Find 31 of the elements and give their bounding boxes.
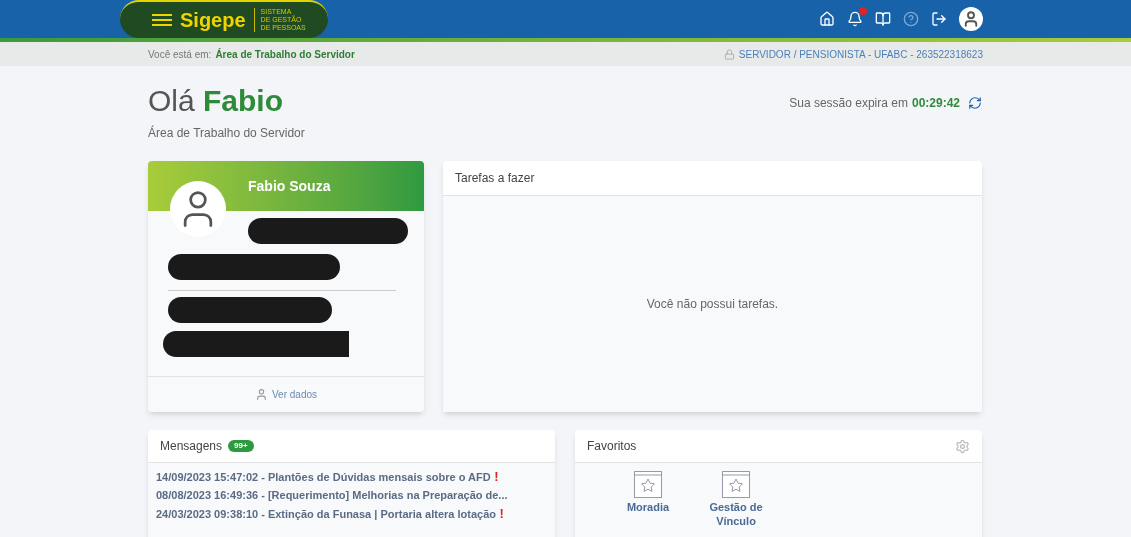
page-subtitle: Área de Trabalho do Servidor xyxy=(148,124,305,142)
favorites-title: Favoritos xyxy=(587,438,637,455)
session-timer: 00:29:42 xyxy=(911,95,960,112)
logo-text: Sigepe xyxy=(180,10,246,30)
message-link[interactable]: 24/03/2023 09:38:10 - Extinção da Funasa | Portaria altera lotação ! xyxy=(156,506,547,522)
refresh-icon[interactable] xyxy=(968,96,982,110)
session-label: Sua sessão expira em xyxy=(789,95,908,112)
user-icon xyxy=(254,388,268,401)
profile-name: Fabio Souza xyxy=(248,176,331,196)
star-window-icon xyxy=(722,471,750,498)
view-data-link[interactable]: Ver dados xyxy=(254,387,317,402)
menu-icon[interactable] xyxy=(152,14,172,26)
messages-title: Mensagens xyxy=(160,438,223,455)
book-icon[interactable] xyxy=(875,11,891,27)
message-link[interactable]: 14/09/2023 15:47:02 - Plantões de Dúvidas mensais sobre o AFD ! xyxy=(156,469,547,485)
tasks-title: Tarefas a fazer xyxy=(455,170,535,187)
lock-icon xyxy=(723,48,735,60)
breadcrumb-label: Você está em: xyxy=(148,47,212,62)
count-badge: 99+ xyxy=(228,440,254,452)
avatar-button[interactable] xyxy=(959,7,983,31)
favorite-link[interactable]: Moradia xyxy=(610,471,686,537)
empty-message: Você não possui tarefas. xyxy=(646,296,779,313)
help-icon[interactable] xyxy=(903,11,919,27)
profile-link[interactable]: SERVIDOR / PENSIONISTA - UFABC - 263522318623 xyxy=(738,46,983,62)
star-window-icon xyxy=(634,471,662,498)
greeting: Olá Fabio xyxy=(148,84,285,118)
logout-icon[interactable] xyxy=(931,11,947,27)
breadcrumb-link[interactable]: Área de Trabalho do Servidor xyxy=(215,46,355,62)
message-link[interactable]: 08/08/2023 16:49:36 - [Requerimento] Melhorias na Preparação de... xyxy=(156,488,547,503)
favorite-link[interactable]: Gestão de Vínculo xyxy=(698,471,774,537)
home-icon[interactable] xyxy=(819,11,835,27)
